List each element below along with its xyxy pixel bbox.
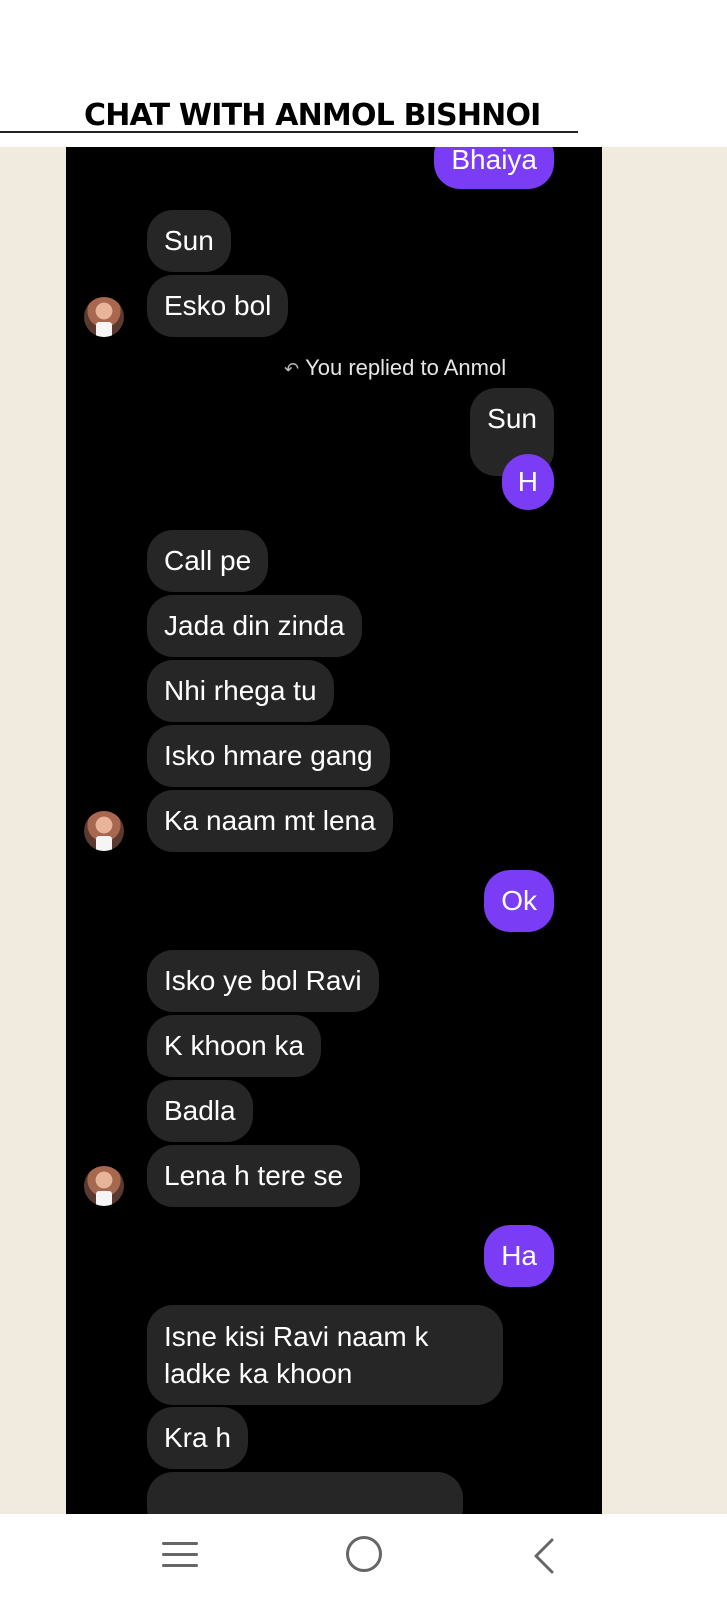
right-margin bbox=[602, 147, 727, 1514]
menu-icon[interactable] bbox=[162, 1538, 200, 1574]
received-message-bubble: K khoon ka bbox=[147, 1015, 322, 1077]
sent-message-bubble: Ha bbox=[484, 1225, 554, 1287]
received-message-bubble: Isko ye bol Ravi bbox=[147, 950, 379, 1012]
received-message-bubble: Badla bbox=[147, 1080, 253, 1142]
page-title: CHAT WITH ANMOL BISHNOI bbox=[84, 98, 541, 133]
received-message-bubble: Esko bol bbox=[147, 275, 289, 337]
received-message-bubble-partial bbox=[147, 1472, 463, 1514]
contact-avatar[interactable] bbox=[84, 1166, 124, 1206]
received-message-bubble: Call pe bbox=[147, 530, 269, 592]
received-message-bubble: Jada din zinda bbox=[147, 595, 362, 657]
chat-screenshot: Bhaiya Sun Esko bol ↶ You replied to Anmo… bbox=[66, 147, 602, 1514]
sent-message-bubble: H bbox=[501, 454, 554, 510]
received-message-bubble: Ka naam mt lena bbox=[147, 790, 393, 852]
received-message-bubble: Kra h bbox=[147, 1407, 248, 1469]
title-underline bbox=[0, 131, 578, 133]
received-message-bubble: Isne kisi Ravi naam k ladke ka khoon bbox=[147, 1305, 503, 1405]
contact-avatar[interactable] bbox=[84, 811, 124, 851]
sent-message-bubble: Ok bbox=[484, 870, 554, 932]
quoted-message-text: Sun bbox=[487, 403, 537, 434]
contact-avatar[interactable] bbox=[84, 297, 124, 337]
page-header: CHAT WITH ANMOL BISHNOI bbox=[0, 0, 727, 147]
reply-arrow-icon: ↶ bbox=[284, 359, 300, 379]
back-icon[interactable] bbox=[530, 1536, 560, 1576]
reply-note: ↶ You replied to Anmol bbox=[284, 354, 506, 383]
system-nav-bar bbox=[0, 1514, 727, 1600]
received-message-bubble: Isko hmare gang bbox=[147, 725, 390, 787]
left-margin bbox=[0, 147, 66, 1514]
home-icon[interactable] bbox=[346, 1536, 382, 1572]
received-message-bubble: Sun bbox=[147, 210, 231, 272]
received-message-bubble: Nhi rhega tu bbox=[147, 660, 334, 722]
reply-note-text: You replied to Anmol bbox=[305, 355, 507, 380]
sent-message-bubble: Bhaiya bbox=[434, 147, 554, 189]
received-message-bubble: Lena h tere se bbox=[147, 1145, 361, 1207]
